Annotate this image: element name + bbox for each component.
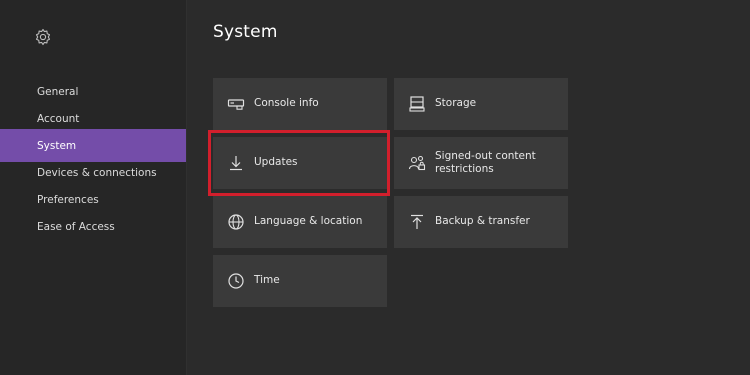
time-tile[interactable]: Time <box>213 255 387 307</box>
sidebar-item-label: General <box>37 85 79 98</box>
sidebar: General Account System Devices & connect… <box>0 0 186 375</box>
storage-icon <box>409 96 425 112</box>
storage-tile[interactable]: Storage <box>394 78 568 130</box>
signed-out-restrictions-tile[interactable]: Signed-out content restrictions <box>394 137 568 189</box>
backup-transfer-tile[interactable]: Backup & transfer <box>394 196 568 248</box>
globe-icon <box>228 214 244 230</box>
sidebar-item-label: Account <box>37 112 80 125</box>
people-lock-icon <box>408 155 426 171</box>
upload-icon <box>411 214 423 229</box>
language-location-label: Language & location <box>254 215 363 228</box>
console-info-label: Console info <box>254 97 319 110</box>
sidebar-item-ease-of-access[interactable]: Ease of Access <box>0 210 186 243</box>
updates-label: Updates <box>254 156 298 169</box>
sidebar-item-label: Preferences <box>37 193 99 206</box>
language-location-tile[interactable]: Language & location <box>213 196 387 248</box>
sidebar-item-label: Devices & connections <box>37 166 157 179</box>
signed-out-restrictions-label: Signed-out content restrictions <box>435 150 536 177</box>
download-icon <box>230 156 242 171</box>
sidebar-item-label: Ease of Access <box>37 220 115 233</box>
console-info-tile[interactable]: Console info <box>213 78 387 130</box>
console-icon <box>227 99 245 110</box>
storage-label: Storage <box>435 97 477 110</box>
signed-out-label-line1: Signed-out content <box>435 149 536 162</box>
gear-icon[interactable] <box>33 27 53 47</box>
sidebar-item-label: System <box>37 139 77 152</box>
page-title: System <box>213 22 278 42</box>
divider <box>186 0 187 375</box>
clock-icon <box>228 273 244 289</box>
updates-tile[interactable]: Updates <box>213 137 387 189</box>
signed-out-label-line2: restrictions <box>435 163 494 175</box>
backup-transfer-label: Backup & transfer <box>435 215 530 228</box>
time-label: Time <box>254 274 280 287</box>
